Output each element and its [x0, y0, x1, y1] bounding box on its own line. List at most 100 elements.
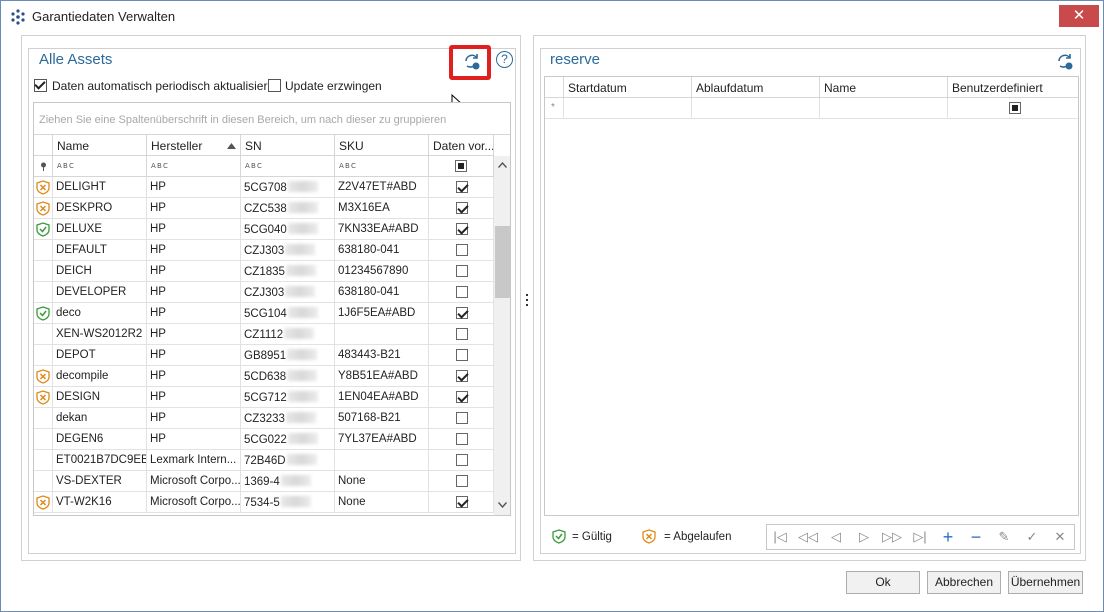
cell-data-present[interactable] — [429, 282, 494, 303]
cell-sku[interactable]: 507168-B21 — [335, 408, 429, 429]
nav-last-record-icon[interactable]: ▷| — [907, 527, 933, 547]
cell-sn[interactable]: 72B46D — [241, 450, 335, 471]
data-present-checkbox[interactable] — [456, 391, 468, 403]
cell-data-present[interactable] — [429, 345, 494, 366]
cell-data-present[interactable] — [429, 240, 494, 261]
cell-name[interactable]: dekan — [53, 408, 147, 429]
cell-name[interactable]: VS-DEXTER — [53, 471, 147, 492]
cell-vendor[interactable]: HP — [147, 240, 241, 261]
custom-checkbox[interactable] — [1009, 102, 1021, 114]
column-header-sku[interactable]: SKU — [335, 135, 429, 156]
filter-checkbox[interactable] — [455, 160, 467, 172]
refresh-warranty-icon[interactable] — [463, 53, 481, 71]
cell-data-present[interactable] — [429, 429, 494, 450]
cell-sku[interactable]: 638180-041 — [335, 282, 429, 303]
cell-vendor[interactable]: Lexmark Intern... — [147, 450, 241, 471]
data-present-checkbox[interactable] — [456, 496, 468, 508]
ok-button[interactable]: Ok — [846, 571, 920, 594]
data-present-checkbox[interactable] — [456, 307, 468, 319]
cell-sn[interactable]: CZ1112 — [241, 324, 335, 345]
data-present-checkbox[interactable] — [456, 244, 468, 256]
data-present-checkbox[interactable] — [456, 265, 468, 277]
data-present-checkbox[interactable] — [456, 412, 468, 424]
cell-sn[interactable]: 5CG022 — [241, 429, 335, 450]
cell-sku[interactable]: None — [335, 492, 429, 513]
cell-vendor[interactable]: HP — [147, 177, 241, 198]
cell-data-present[interactable] — [429, 219, 494, 240]
cell-sku[interactable]: None — [335, 471, 429, 492]
cell-data-present[interactable] — [429, 387, 494, 408]
data-present-checkbox[interactable] — [456, 433, 468, 445]
nav-next-record-icon[interactable]: ▷ — [851, 527, 877, 547]
cell-vendor[interactable]: HP — [147, 345, 241, 366]
cell-name[interactable]: deco — [53, 303, 147, 324]
cell-data-present[interactable] — [429, 177, 494, 198]
cell-sku[interactable]: 638180-041 — [335, 240, 429, 261]
data-present-checkbox[interactable] — [456, 181, 468, 193]
cell-vendor[interactable]: HP — [147, 366, 241, 387]
column-header-name[interactable]: Name — [820, 77, 948, 98]
cell-sn[interactable]: GB8951 — [241, 345, 335, 366]
cell-sn[interactable]: CZJ303 — [241, 240, 335, 261]
cell-sn[interactable]: CZ3233 — [241, 408, 335, 429]
data-present-checkbox[interactable] — [456, 286, 468, 298]
cell-vendor[interactable]: HP — [147, 198, 241, 219]
cell-vendor[interactable]: Microsoft Corpo... — [147, 471, 241, 492]
cell-sn[interactable]: 5CD638 — [241, 366, 335, 387]
group-by-area[interactable]: Ziehen Sie eine Spaltenüberschrift in di… — [34, 103, 510, 135]
nav-first-record-icon[interactable]: |◁ — [767, 527, 793, 547]
cell-sn[interactable]: CZC538 — [241, 198, 335, 219]
cell-name[interactable]: decompile — [53, 366, 147, 387]
column-header-name[interactable]: Name — [53, 135, 147, 156]
cell-sku[interactable]: M3X16EA — [335, 198, 429, 219]
nav-next-page-icon[interactable]: ▷▷ — [879, 527, 905, 547]
cell-sku[interactable]: 7KN33EA#ABD — [335, 219, 429, 240]
data-present-checkbox[interactable] — [456, 328, 468, 340]
cell-sku[interactable]: 01234567890 — [335, 261, 429, 282]
data-present-checkbox[interactable] — [456, 223, 468, 235]
nav-edit-record-icon[interactable]: ✎ — [991, 527, 1017, 547]
filter-cell-vendor[interactable]: A B C — [147, 156, 241, 177]
help-icon[interactable]: ? — [496, 51, 513, 68]
data-present-checkbox[interactable] — [456, 454, 468, 466]
cell-name[interactable]: XEN-WS2012R2 — [53, 324, 147, 345]
new-row-name[interactable] — [820, 98, 948, 119]
cell-name[interactable]: DESIGN — [53, 387, 147, 408]
cell-sn[interactable]: 5CG040 — [241, 219, 335, 240]
nav-prev-record-icon[interactable]: ◁ — [823, 527, 849, 547]
cell-sku[interactable]: 1EN04EA#ABD — [335, 387, 429, 408]
cell-vendor[interactable]: HP — [147, 324, 241, 345]
cell-sn[interactable]: 5CG104 — [241, 303, 335, 324]
cell-name[interactable]: DEPOT — [53, 345, 147, 366]
column-header-sn[interactable]: SN — [241, 135, 335, 156]
cell-sn[interactable]: CZ1835 — [241, 261, 335, 282]
cell-vendor[interactable]: HP — [147, 408, 241, 429]
data-present-checkbox[interactable] — [456, 370, 468, 382]
filter-cell-name[interactable]: A B C — [53, 156, 147, 177]
cell-vendor[interactable]: HP — [147, 282, 241, 303]
nav-add-record-icon[interactable]: + — [935, 527, 961, 547]
cell-data-present[interactable] — [429, 324, 494, 345]
cell-vendor[interactable]: HP — [147, 219, 241, 240]
cell-name[interactable]: DELUXE — [53, 219, 147, 240]
apply-button[interactable]: Übernehmen — [1008, 571, 1083, 594]
cell-vendor[interactable]: HP — [147, 303, 241, 324]
column-header-data[interactable]: Daten vor... — [429, 135, 494, 156]
cell-name[interactable]: VT-W2K16 — [53, 492, 147, 513]
filter-cell-sn[interactable]: A B C — [241, 156, 335, 177]
cell-vendor[interactable]: HP — [147, 429, 241, 450]
cell-data-present[interactable] — [429, 408, 494, 429]
data-present-checkbox[interactable] — [456, 349, 468, 361]
column-header-ablaufdatum[interactable]: Ablaufdatum — [692, 77, 820, 98]
refresh-icon[interactable] — [1056, 53, 1074, 71]
cell-vendor[interactable]: HP — [147, 261, 241, 282]
close-button[interactable]: ✕ — [1059, 5, 1099, 27]
cell-sn[interactable]: CZJ303 — [241, 282, 335, 303]
cell-data-present[interactable] — [429, 261, 494, 282]
data-present-checkbox[interactable] — [456, 475, 468, 487]
new-row-ablaufdatum[interactable] — [692, 98, 820, 119]
cell-sku[interactable] — [335, 324, 429, 345]
cell-sku[interactable]: 483443-B21 — [335, 345, 429, 366]
scroll-thumb[interactable] — [495, 226, 510, 298]
cell-vendor[interactable]: HP — [147, 387, 241, 408]
